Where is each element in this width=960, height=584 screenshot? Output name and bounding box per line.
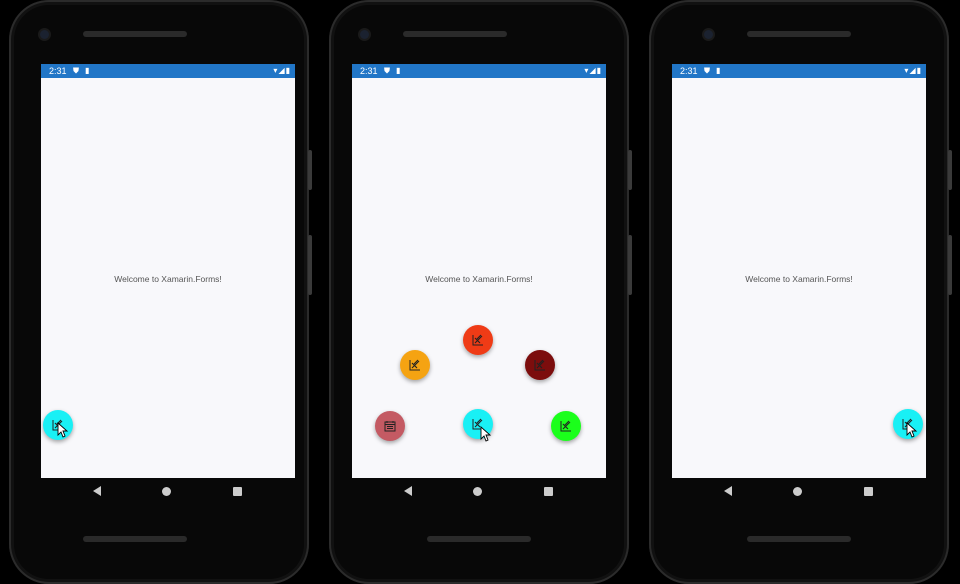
status-bar: 2:31 ⛊ ▮ ▾◢▮ xyxy=(41,64,295,78)
bottom-speaker xyxy=(83,536,187,542)
floating-action-button-green[interactable] xyxy=(551,411,581,441)
sim-card-icon: ▮ xyxy=(396,66,401,75)
app-screen: 2:31 ⛊ ▮ ▾◢▮ Welcome to Xamarin.Forms! xyxy=(672,64,926,478)
draw-pen-icon xyxy=(409,359,420,371)
status-bar: 2:31 ⛊ ▮ ▾◢▮ xyxy=(352,64,606,78)
home-icon[interactable] xyxy=(162,487,171,496)
volume-button xyxy=(308,235,312,295)
battery-icon: ▮ xyxy=(596,66,602,75)
nav-bar xyxy=(41,478,295,508)
status-time: 2:31 xyxy=(680,66,698,76)
shield-icon: ⛊ xyxy=(73,66,79,75)
draw-pen-icon xyxy=(560,420,571,432)
signal-icon: ◢ xyxy=(909,66,917,75)
front-camera xyxy=(704,30,713,39)
phone-frame-2: 2:31 ⛊ ▮ ▾◢▮ Welcome to Xamarin.Forms! xyxy=(329,0,632,584)
shield-icon: ⛊ xyxy=(704,66,710,75)
status-right-icons: ▾◢▮ xyxy=(904,65,922,77)
status-bar: 2:31 ⛊ ▮ ▾◢▮ xyxy=(672,64,926,78)
draw-pen-icon xyxy=(534,359,545,371)
draw-pen-icon xyxy=(472,334,483,346)
floating-action-button-red[interactable] xyxy=(463,325,493,355)
volume-button xyxy=(628,235,632,295)
app-screen: 2:31 ⛊ ▮ ▾◢▮ Welcome to Xamarin.Forms! xyxy=(352,64,606,478)
front-camera xyxy=(360,30,369,39)
mouse-cursor-icon xyxy=(906,422,918,438)
battery-icon: ▮ xyxy=(285,66,291,75)
power-button xyxy=(308,150,312,190)
welcome-label: Welcome to Xamarin.Forms! xyxy=(425,274,533,284)
signal-icon: ◢ xyxy=(589,66,597,75)
bottom-speaker xyxy=(427,536,531,542)
earpiece-speaker xyxy=(747,31,851,37)
nav-bar xyxy=(352,478,606,508)
sim-card-icon: ▮ xyxy=(716,66,721,75)
status-time: 2:31 xyxy=(360,66,378,76)
phone-frame-1: 2:31 ⛊ ▮ ▾◢▮ Welcome to Xamarin.Forms! xyxy=(9,0,312,584)
floating-action-button-maroon[interactable] xyxy=(525,350,555,380)
earpiece-speaker xyxy=(403,31,507,37)
home-icon[interactable] xyxy=(473,487,482,496)
mouse-cursor-icon xyxy=(57,422,69,438)
app-screen: 2:31 ⛊ ▮ ▾◢▮ Welcome to Xamarin.Forms! xyxy=(41,64,295,478)
floating-action-button-orange[interactable] xyxy=(400,350,430,380)
power-button xyxy=(948,150,952,190)
earpiece-speaker xyxy=(83,31,187,37)
sim-card-icon: ▮ xyxy=(85,66,90,75)
home-icon[interactable] xyxy=(793,487,802,496)
status-right-icons: ▾◢▮ xyxy=(584,65,602,77)
welcome-label: Welcome to Xamarin.Forms! xyxy=(114,274,222,284)
welcome-label: Welcome to Xamarin.Forms! xyxy=(745,274,853,284)
front-camera xyxy=(40,30,49,39)
status-right-icons: ▾◢▮ xyxy=(273,65,291,77)
nav-bar xyxy=(672,478,926,508)
phone-frame-3: 2:31 ⛊ ▮ ▾◢▮ Welcome to Xamarin.Forms! xyxy=(649,0,952,584)
volume-button xyxy=(948,235,952,295)
recents-icon[interactable] xyxy=(544,487,553,496)
floating-action-button-rose[interactable] xyxy=(375,411,405,441)
recents-icon[interactable] xyxy=(864,487,873,496)
recents-icon[interactable] xyxy=(233,487,242,496)
power-button xyxy=(628,150,632,190)
back-icon[interactable] xyxy=(404,486,412,496)
signal-icon: ◢ xyxy=(278,66,286,75)
shield-icon: ⛊ xyxy=(384,66,390,75)
battery-icon: ▮ xyxy=(916,66,922,75)
back-icon[interactable] xyxy=(724,486,732,496)
status-time: 2:31 xyxy=(49,66,67,76)
calendar-icon xyxy=(384,421,396,432)
bottom-speaker xyxy=(747,536,851,542)
back-icon[interactable] xyxy=(93,486,101,496)
mouse-cursor-icon xyxy=(480,426,492,442)
